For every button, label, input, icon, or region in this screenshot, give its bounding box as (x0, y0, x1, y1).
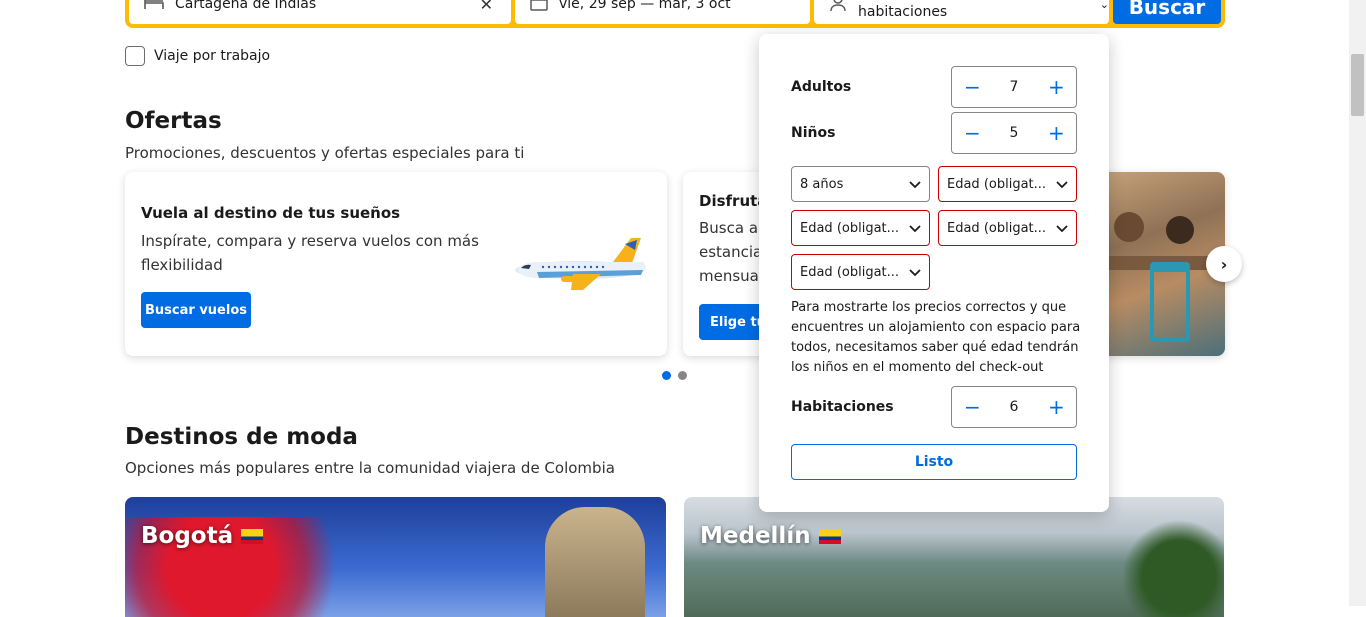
carousel-dot[interactable] (678, 371, 687, 380)
rooms-stepper: − 6 + (951, 386, 1077, 428)
colombia-flag-icon (818, 528, 841, 544)
children-stepper: − 5 + (951, 112, 1077, 154)
increase-children-button[interactable]: + (1048, 121, 1065, 145)
decrease-rooms-button[interactable]: − (964, 395, 981, 419)
search-flights-button[interactable]: Buscar vuelos (141, 292, 251, 328)
chevron-down-icon (1056, 225, 1068, 233)
increase-rooms-button[interactable]: + (1048, 395, 1065, 419)
tree (1124, 517, 1224, 617)
increase-adults-button[interactable]: + (1048, 75, 1065, 99)
child-age-note: Para mostrarte los precios correctos y q… (791, 300, 1081, 375)
occupancy-field[interactable]: 7 adultos · 5 niños · 6 habitaciones ⌄ (814, 0, 1109, 24)
person-icon (828, 0, 848, 17)
child-age-select-5[interactable]: Edad (obligat... (791, 254, 930, 290)
child-age-value: 8 años (800, 176, 844, 192)
colombia-flag-icon (241, 528, 264, 544)
work-trip-label: Viaje por trabajo (154, 48, 271, 64)
chevron-down-icon (909, 269, 921, 277)
chevron-down-icon (909, 181, 921, 189)
child-age-value: Edad (obligat... (800, 264, 900, 280)
decrease-children-button[interactable]: − (964, 121, 981, 145)
airplane-illustration (513, 232, 653, 306)
children-label: Niños (791, 125, 836, 141)
offer-card-line: mensual (699, 267, 764, 285)
children-value: 5 (1009, 125, 1019, 141)
search-button[interactable]: Buscar (1113, 0, 1221, 24)
calendar-icon (529, 0, 549, 17)
destination-card-medellin[interactable]: Medellín (684, 497, 1224, 617)
rooms-label: Habitaciones (791, 399, 894, 415)
work-trip-checkbox[interactable] (125, 46, 145, 66)
adults-label: Adultos (791, 79, 852, 95)
adults-stepper: − 7 + (951, 66, 1077, 108)
child-age-value: Edad (obligat... (800, 220, 900, 236)
destination-field[interactable]: Cartagena de Indias ✕ (129, 0, 511, 24)
chair (1150, 262, 1190, 342)
destination-name: Bogotá (141, 523, 264, 549)
child-age-select-4[interactable]: Edad (obligat... (938, 210, 1077, 246)
occupancy-popup: Adultos − 7 + Niños − 5 + 8 años Edad (o… (759, 34, 1109, 512)
chevron-down-icon (1056, 181, 1068, 189)
bed-icon (143, 0, 165, 16)
dates-value: vie, 29 sep — mar, 3 oct (559, 0, 731, 12)
offers-subtitle: Promociones, descuentos y ofertas especi… (125, 144, 525, 162)
decrease-adults-button[interactable]: − (964, 75, 981, 99)
offer-card-flights: Vuela al destino de tus sueños Inspírate… (125, 172, 667, 356)
search-bar: Cartagena de Indias ✕ vie, 29 sep — mar,… (125, 0, 1225, 28)
adults-value: 7 (1009, 79, 1019, 95)
child-age-value: Edad (obligat... (947, 220, 1047, 236)
offers-title: Ofertas (125, 108, 222, 134)
destinations-subtitle: Opciones más populares entre la comunida… (125, 459, 615, 477)
person-figure (1114, 212, 1144, 242)
destinations-title: Destinos de moda (125, 424, 358, 450)
destination-name-text: Bogotá (141, 523, 234, 549)
child-age-select-3[interactable]: Edad (obligat... (791, 210, 930, 246)
destination-value: Cartagena de Indias (175, 0, 317, 12)
destination-name-text: Medellín (700, 523, 811, 549)
chevron-down-icon: ⌄ (1099, 0, 1109, 11)
child-age-value: Edad (obligat... (947, 176, 1047, 192)
occupancy-value: 7 adultos · 5 niños · 6 habitaciones (858, 0, 1009, 20)
carousel-next-button[interactable]: › (1206, 246, 1242, 282)
dates-field[interactable]: vie, 29 sep — mar, 3 oct (515, 0, 810, 24)
clear-icon[interactable]: ✕ (480, 0, 493, 14)
offer-card-title: Vuela al destino de tus sueños (141, 204, 401, 222)
destination-card-bogota[interactable]: Bogotá (125, 497, 666, 617)
rooms-value: 6 (1009, 399, 1019, 415)
child-age-select-2[interactable]: Edad (obligat... (938, 166, 1077, 202)
work-trip-option[interactable]: Viaje por trabajo (125, 46, 270, 66)
offer-card-text: Inspírate, compara y reserva vuelos con … (141, 232, 479, 274)
carousel-dot-active[interactable] (662, 371, 671, 380)
scrollbar-thumb[interactable] (1351, 54, 1364, 116)
child-age-select-1[interactable]: 8 años (791, 166, 930, 202)
done-button[interactable]: Listo (791, 444, 1077, 480)
church-tower (545, 507, 645, 617)
destination-name: Medellín (700, 523, 841, 549)
offer-card-title: Disfruta (699, 192, 768, 210)
person-figure (1166, 216, 1194, 244)
chevron-down-icon (909, 225, 921, 233)
